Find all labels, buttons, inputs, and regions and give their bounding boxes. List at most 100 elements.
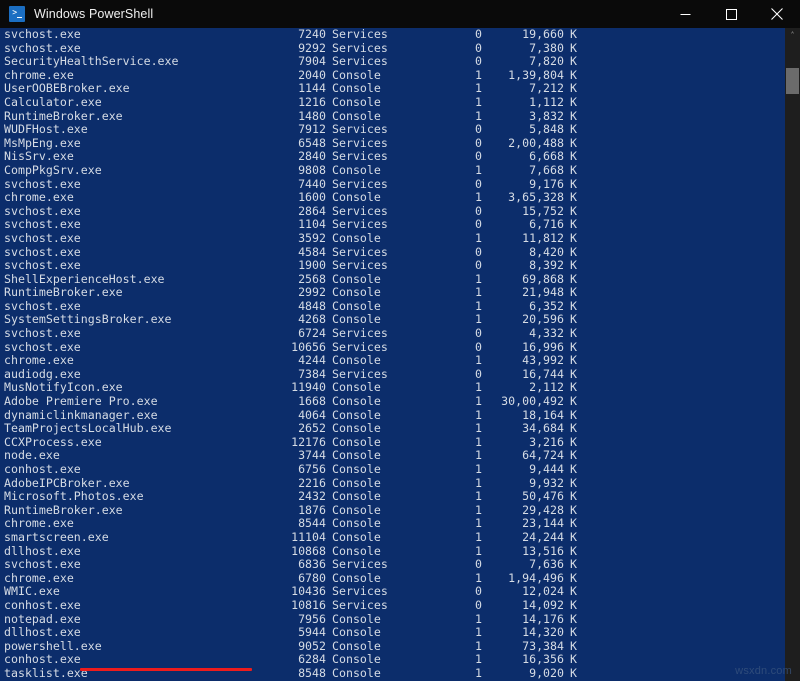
table-row: smartscreen.exe11104Console124,244K xyxy=(4,531,785,545)
cell-name: svchost.exe xyxy=(4,28,264,42)
cell-session: Console xyxy=(326,545,404,559)
cell-unit: K xyxy=(564,667,590,681)
cell-session: Console xyxy=(326,463,404,477)
maximize-button[interactable] xyxy=(708,0,754,28)
cell-mem: 9,176 xyxy=(482,178,564,192)
cell-mem: 1,112 xyxy=(482,96,564,110)
close-button[interactable] xyxy=(754,0,800,28)
table-row: svchost.exe10656Services016,996K xyxy=(4,341,785,355)
cell-num: 0 xyxy=(404,341,482,355)
cell-unit: K xyxy=(564,259,590,273)
cell-unit: K xyxy=(564,409,590,423)
scrollbar-thumb[interactable] xyxy=(786,68,799,94)
cell-unit: K xyxy=(564,490,590,504)
console-output-area[interactable]: svchost.exe7240Services019,660Ksvchost.e… xyxy=(0,28,785,681)
cell-pid: 2992 xyxy=(264,286,326,300)
cell-mem: 16,356 xyxy=(482,653,564,667)
cell-pid: 9292 xyxy=(264,42,326,56)
cell-unit: K xyxy=(564,205,590,219)
cell-pid: 10816 xyxy=(264,599,326,613)
minimize-button[interactable] xyxy=(662,0,708,28)
cell-num: 1 xyxy=(404,164,482,178)
cell-name: svchost.exe xyxy=(4,259,264,273)
cell-name: AdobeIPCBroker.exe xyxy=(4,477,264,491)
table-row: chrome.exe8544Console123,144K xyxy=(4,517,785,531)
cell-name: chrome.exe xyxy=(4,354,264,368)
cell-pid: 12176 xyxy=(264,436,326,450)
cell-num: 0 xyxy=(404,150,482,164)
cell-name: svchost.exe xyxy=(4,246,264,260)
cell-pid: 11940 xyxy=(264,381,326,395)
cell-pid: 2216 xyxy=(264,477,326,491)
cell-session: Console xyxy=(326,517,404,531)
cell-session: Console xyxy=(326,82,404,96)
cell-num: 1 xyxy=(404,531,482,545)
cell-num: 0 xyxy=(404,178,482,192)
table-row: RuntimeBroker.exe1876Console129,428K xyxy=(4,504,785,518)
cell-num: 1 xyxy=(404,300,482,314)
table-row: svchost.exe1900Services08,392K xyxy=(4,259,785,273)
cell-unit: K xyxy=(564,273,590,287)
task-list-output: svchost.exe7240Services019,660Ksvchost.e… xyxy=(4,28,785,681)
cell-unit: K xyxy=(564,653,590,667)
cell-name: conhost.exe xyxy=(4,653,264,667)
table-row: audiodg.exe7384Services016,744K xyxy=(4,368,785,382)
cell-mem: 6,668 xyxy=(482,150,564,164)
cell-session: Console xyxy=(326,164,404,178)
cell-session: Console xyxy=(326,613,404,627)
cell-mem: 18,164 xyxy=(482,409,564,423)
cell-pid: 6724 xyxy=(264,327,326,341)
cell-name: chrome.exe xyxy=(4,191,264,205)
cell-mem: 7,820 xyxy=(482,55,564,69)
cell-pid: 7440 xyxy=(264,178,326,192)
cell-session: Console xyxy=(326,232,404,246)
cell-num: 0 xyxy=(404,558,482,572)
cell-session: Console xyxy=(326,313,404,327)
cell-unit: K xyxy=(564,613,590,627)
cell-pid: 7240 xyxy=(264,28,326,42)
window-title: Windows PowerShell xyxy=(34,7,153,21)
cell-pid: 4584 xyxy=(264,246,326,260)
cell-name: svchost.exe xyxy=(4,327,264,341)
cell-session: Services xyxy=(326,137,404,151)
cell-mem: 69,868 xyxy=(482,273,564,287)
cell-mem: 24,244 xyxy=(482,531,564,545)
table-row: RuntimeBroker.exe1480Console13,832K xyxy=(4,110,785,124)
cell-name: dllhost.exe xyxy=(4,545,264,559)
powershell-icon: > xyxy=(9,6,25,22)
cell-pid: 1480 xyxy=(264,110,326,124)
cell-session: Services xyxy=(326,218,404,232)
cell-unit: K xyxy=(564,341,590,355)
cell-num: 1 xyxy=(404,653,482,667)
cell-unit: K xyxy=(564,327,590,341)
table-row: svchost.exe4584Services08,420K xyxy=(4,246,785,260)
vertical-scrollbar[interactable]: ˄ xyxy=(785,28,800,681)
cell-session: Console xyxy=(326,96,404,110)
cell-session: Services xyxy=(326,205,404,219)
cell-mem: 7,380 xyxy=(482,42,564,56)
cell-session: Console xyxy=(326,531,404,545)
cell-num: 0 xyxy=(404,123,482,137)
cell-unit: K xyxy=(564,354,590,368)
cell-num: 0 xyxy=(404,42,482,56)
cell-unit: K xyxy=(564,191,590,205)
cell-num: 1 xyxy=(404,286,482,300)
cell-pid: 4064 xyxy=(264,409,326,423)
cell-session: Services xyxy=(326,259,404,273)
cell-pid: 1216 xyxy=(264,96,326,110)
cell-pid: 2652 xyxy=(264,422,326,436)
cell-unit: K xyxy=(564,69,590,83)
cell-mem: 2,00,488 xyxy=(482,137,564,151)
cell-pid: 7384 xyxy=(264,368,326,382)
cell-session: Console xyxy=(326,572,404,586)
cell-num: 1 xyxy=(404,490,482,504)
table-row: svchost.exe7440Services09,176K xyxy=(4,178,785,192)
cell-pid: 4268 xyxy=(264,313,326,327)
scroll-up-arrow-icon[interactable]: ˄ xyxy=(785,28,800,43)
cell-mem: 9,444 xyxy=(482,463,564,477)
cell-name: conhost.exe xyxy=(4,463,264,477)
cell-mem: 7,212 xyxy=(482,82,564,96)
cell-num: 0 xyxy=(404,28,482,42)
cell-num: 1 xyxy=(404,517,482,531)
cell-num: 0 xyxy=(404,585,482,599)
